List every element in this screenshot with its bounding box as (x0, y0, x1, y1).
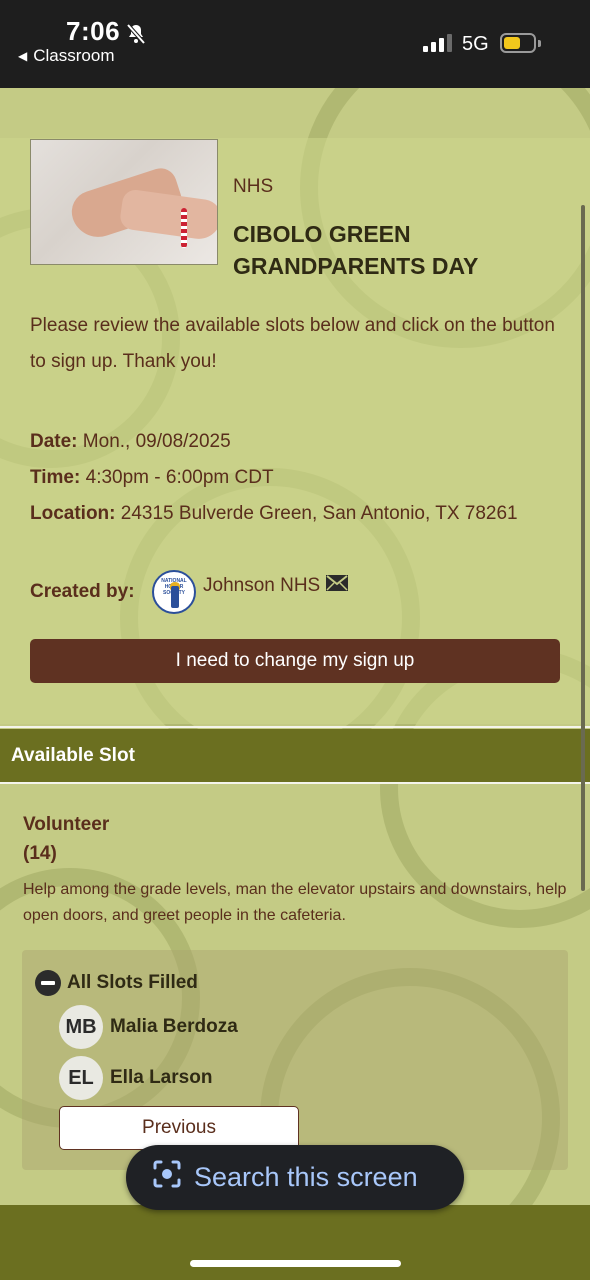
avatar: MB (59, 1005, 103, 1049)
person-name: Ella Larson (110, 1067, 213, 1088)
section-header: Available Slot (0, 729, 590, 782)
status-time: 7:06 (66, 16, 121, 46)
mail-icon[interactable] (326, 575, 349, 597)
slot-title: Volunteer (23, 814, 110, 835)
battery-cap (538, 40, 541, 47)
creator-logo: NATIONAL HONOR SOCIETY (152, 570, 196, 614)
search-screen-button[interactable]: Search this screen (126, 1145, 464, 1210)
previous-button[interactable]: Previous (59, 1106, 299, 1150)
date-label: Date: (30, 431, 78, 452)
time-row: Time: 4:30pm - 6:00pm CDT (30, 460, 530, 496)
back-app-label: Classroom (33, 46, 115, 65)
created-by-label: Created by: (30, 581, 135, 602)
location-row: Location: 24315 Bulverde Green, San Anto… (30, 496, 530, 532)
event-image (30, 139, 218, 265)
slot-description: Help among the grade levels, man the ele… (23, 881, 567, 924)
organization-label: NHS (233, 176, 274, 197)
filled-slots-toggle[interactable]: All Slots Filled (35, 970, 198, 996)
change-signup-button[interactable]: I need to change my sign up (30, 639, 560, 683)
person-name: Malia Berdoza (110, 1016, 238, 1037)
scrollbar[interactable] (581, 205, 585, 891)
lens-icon (152, 1159, 182, 1196)
list-item: MB Malia Berdoza (59, 1005, 238, 1049)
slot-count: (14) (23, 843, 57, 864)
filled-slots-label: All Slots Filled (67, 972, 198, 993)
avatar: EL (59, 1056, 103, 1100)
section-divider-top (0, 726, 590, 728)
bell-muted-icon (124, 22, 148, 51)
footer-band (0, 1205, 590, 1280)
home-indicator[interactable] (190, 1260, 401, 1267)
back-to-app-link[interactable]: ◀ Classroom (18, 46, 114, 66)
signal-icon (423, 34, 452, 52)
intro-text: Please review the available slots below … (30, 315, 555, 372)
list-item: EL Ella Larson (59, 1056, 212, 1100)
event-title: CIBOLO GREEN GRANDPARENTS DAY (233, 221, 479, 279)
time-value: 4:30pm - 6:00pm CDT (85, 467, 274, 488)
section-divider-bottom (0, 782, 590, 784)
date-value: Mon., 09/08/2025 (82, 431, 231, 452)
collapse-minus-icon (35, 970, 61, 996)
status-bar: 7:06 ◀ Classroom 5G (0, 0, 590, 88)
location-value[interactable]: 24315 Bulverde Green, San Antonio, TX 78… (121, 503, 518, 524)
date-row: Date: Mon., 09/08/2025 (30, 424, 530, 460)
creator-name-row: Johnson NHS (203, 575, 349, 597)
search-screen-label: Search this screen (194, 1162, 418, 1192)
battery-icon (500, 33, 536, 53)
creator-name: Johnson NHS (203, 575, 321, 596)
network-label: 5G (462, 33, 489, 55)
location-label: Location: (30, 503, 116, 524)
time-label: Time: (30, 467, 81, 488)
back-arrow-icon: ◀ (18, 49, 28, 63)
slot-title-block: Volunteer (14) (23, 810, 109, 868)
